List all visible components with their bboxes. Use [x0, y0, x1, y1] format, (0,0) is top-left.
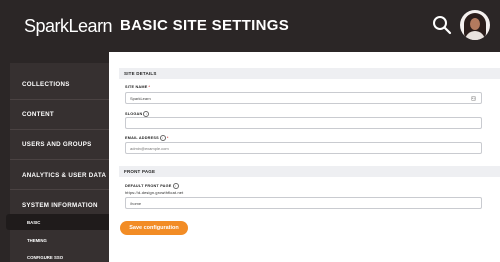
front-page-section-header: FRONT PAGE — [119, 166, 500, 177]
front-page-path-value: /home — [130, 201, 142, 206]
info-icon: i — [159, 135, 166, 141]
sidebar-divider — [10, 129, 109, 130]
info-icon: i — [172, 183, 179, 189]
email-placeholder: admin@example.com — [130, 146, 169, 151]
site-details-section-header: SITE DETAILS — [119, 68, 500, 79]
default-front-page-label: DEFAULT FRONT PAGE i — [125, 183, 179, 189]
email-label-text: EMAIL ADDRESS — [125, 136, 159, 140]
user-avatar[interactable] — [460, 10, 490, 40]
site-name-label: SITE NAME* — [125, 85, 150, 89]
save-configuration-button[interactable]: Save configuration — [120, 221, 188, 235]
section-title: SITE DETAILS — [124, 70, 157, 76]
section-title: FRONT PAGE — [124, 168, 156, 174]
contact-card-icon — [471, 96, 476, 100]
sidebar: COLLECTIONS CONTENT USERS AND GROUPS ANA… — [10, 63, 109, 262]
slogan-field[interactable] — [125, 117, 482, 129]
email-field[interactable]: admin@example.com — [125, 142, 482, 154]
front-page-url-prefix: https://d-design.growthfloat.net — [125, 191, 184, 195]
sidebar-subitem-configure-sso[interactable]: CONFIGURE SSO — [27, 255, 63, 260]
sidebar-item-analytics[interactable]: ANALYTICS & USER DATA — [22, 172, 106, 179]
search-button[interactable] — [432, 15, 452, 35]
default-front-page-label-text: DEFAULT FRONT PAGE — [125, 184, 172, 188]
required-marker: * — [148, 85, 151, 89]
slogan-label-text: SLOGAN — [125, 112, 143, 116]
email-label: EMAIL ADDRESS i * — [125, 135, 169, 141]
sidebar-item-system-information[interactable]: SYSTEM INFORMATION — [22, 202, 98, 209]
sidebar-divider — [10, 189, 109, 190]
sidebar-subitem-theming[interactable]: THEMING — [27, 238, 47, 243]
search-icon — [433, 16, 452, 35]
site-name-value: SparkLearn — [130, 96, 151, 101]
page-title: BASIC SITE SETTINGS — [120, 17, 290, 34]
sidebar-subitem-basic[interactable]: BASIC — [27, 220, 40, 225]
sidebar-divider — [10, 159, 109, 160]
required-marker: * — [166, 136, 169, 140]
sidebar-item-collections[interactable]: COLLECTIONS — [22, 81, 70, 88]
site-name-label-text: SITE NAME — [125, 85, 148, 89]
sidebar-item-content[interactable]: CONTENT — [22, 111, 54, 118]
logo-text-learn: Learn — [68, 16, 113, 36]
sidebar-item-users-and-groups[interactable]: USERS AND GROUPS — [22, 141, 92, 148]
front-page-path-field[interactable]: /home — [125, 197, 482, 209]
sidebar-divider — [10, 99, 109, 100]
sidebar-subitem-active-bg — [6, 214, 109, 230]
app-logo[interactable]: SparkLearn — [24, 16, 113, 37]
site-name-field[interactable]: SparkLearn — [125, 92, 482, 104]
logo-text-spark: Spark — [24, 16, 69, 36]
avatar-face — [470, 18, 480, 30]
settings-panel: SITE DETAILS SITE NAME* SparkLearn SLOGA… — [109, 52, 500, 262]
